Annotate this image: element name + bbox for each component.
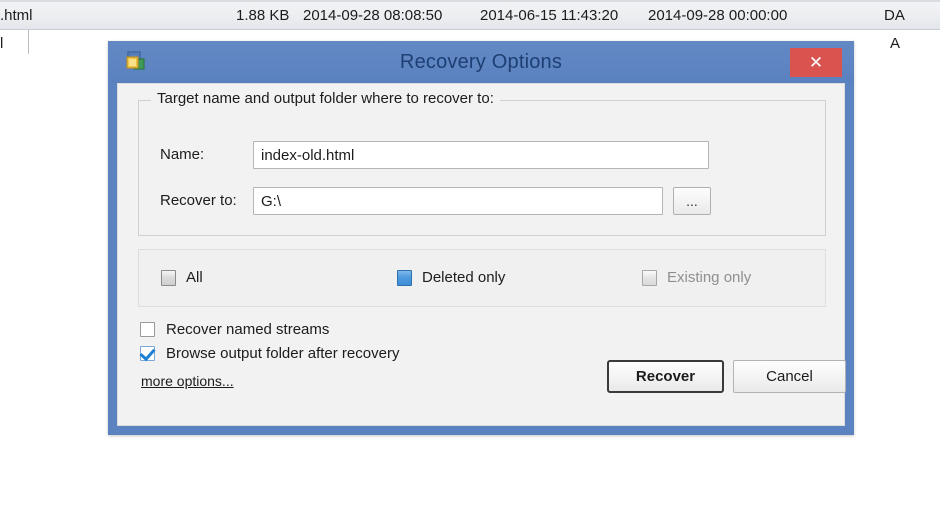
cell-file-name: l	[0, 35, 4, 52]
target-groupbox-legend: Target name and output folder where to r…	[151, 90, 500, 107]
cancel-button[interactable]: Cancel	[733, 360, 846, 393]
recover-to-input[interactable]	[253, 187, 663, 215]
browse-folder-button[interactable]: ...	[673, 187, 711, 215]
cell-attributes: DA	[884, 7, 905, 24]
mode-all-label: All	[186, 269, 203, 286]
name-field-row: Name:	[139, 141, 825, 171]
recovery-mode-panel: All Deleted only Existing only	[138, 249, 826, 307]
close-glyph: ✕	[808, 53, 824, 72]
recover-to-label: Recover to:	[160, 192, 237, 209]
name-input[interactable]	[253, 141, 709, 169]
recover-button[interactable]: Recover	[607, 360, 724, 393]
cell-accessed: 2014-09-28 00:00:00	[648, 7, 788, 24]
checkbox-icon	[140, 322, 155, 337]
mode-deleted-icon	[397, 270, 412, 286]
target-groupbox: Target name and output folder where to r…	[138, 90, 826, 236]
cell-modified: 2014-06-15 11:43:20	[480, 7, 619, 24]
close-icon[interactable]: ✕	[790, 48, 842, 77]
mode-existing-label: Existing only	[667, 269, 752, 286]
mode-all-icon	[161, 270, 176, 286]
dialog-title-bar[interactable]: Recovery Options ✕	[108, 41, 854, 83]
cell-created: 2014-09-28 08:08:50	[303, 7, 443, 24]
dialog-client-area: Target name and output folder where to r…	[117, 83, 846, 426]
recovery-options-dialog: Recovery Options ✕ Target name and outpu…	[108, 41, 854, 435]
checkbox-checked-icon	[140, 346, 155, 361]
mode-existing-icon	[642, 270, 657, 286]
column-divider	[28, 30, 29, 54]
cell-file-name: .html	[0, 7, 33, 24]
cell-attributes: A	[890, 35, 901, 52]
table-row[interactable]: .html 1.88 KB 2014-09-28 08:08:50 2014-0…	[0, 2, 940, 30]
dialog-title: Recovery Options	[399, 51, 563, 73]
recover-to-field-row: Recover to: ...	[139, 187, 825, 217]
cell-file-size: 1.88 KB	[236, 7, 290, 24]
checkbox-label: Browse output folder after recovery	[166, 345, 400, 362]
more-options-link[interactable]: more options...	[141, 373, 234, 389]
checkbox-label: Recover named streams	[166, 321, 330, 338]
mode-deleted-label: Deleted only	[422, 269, 506, 286]
name-label: Name:	[160, 146, 205, 163]
